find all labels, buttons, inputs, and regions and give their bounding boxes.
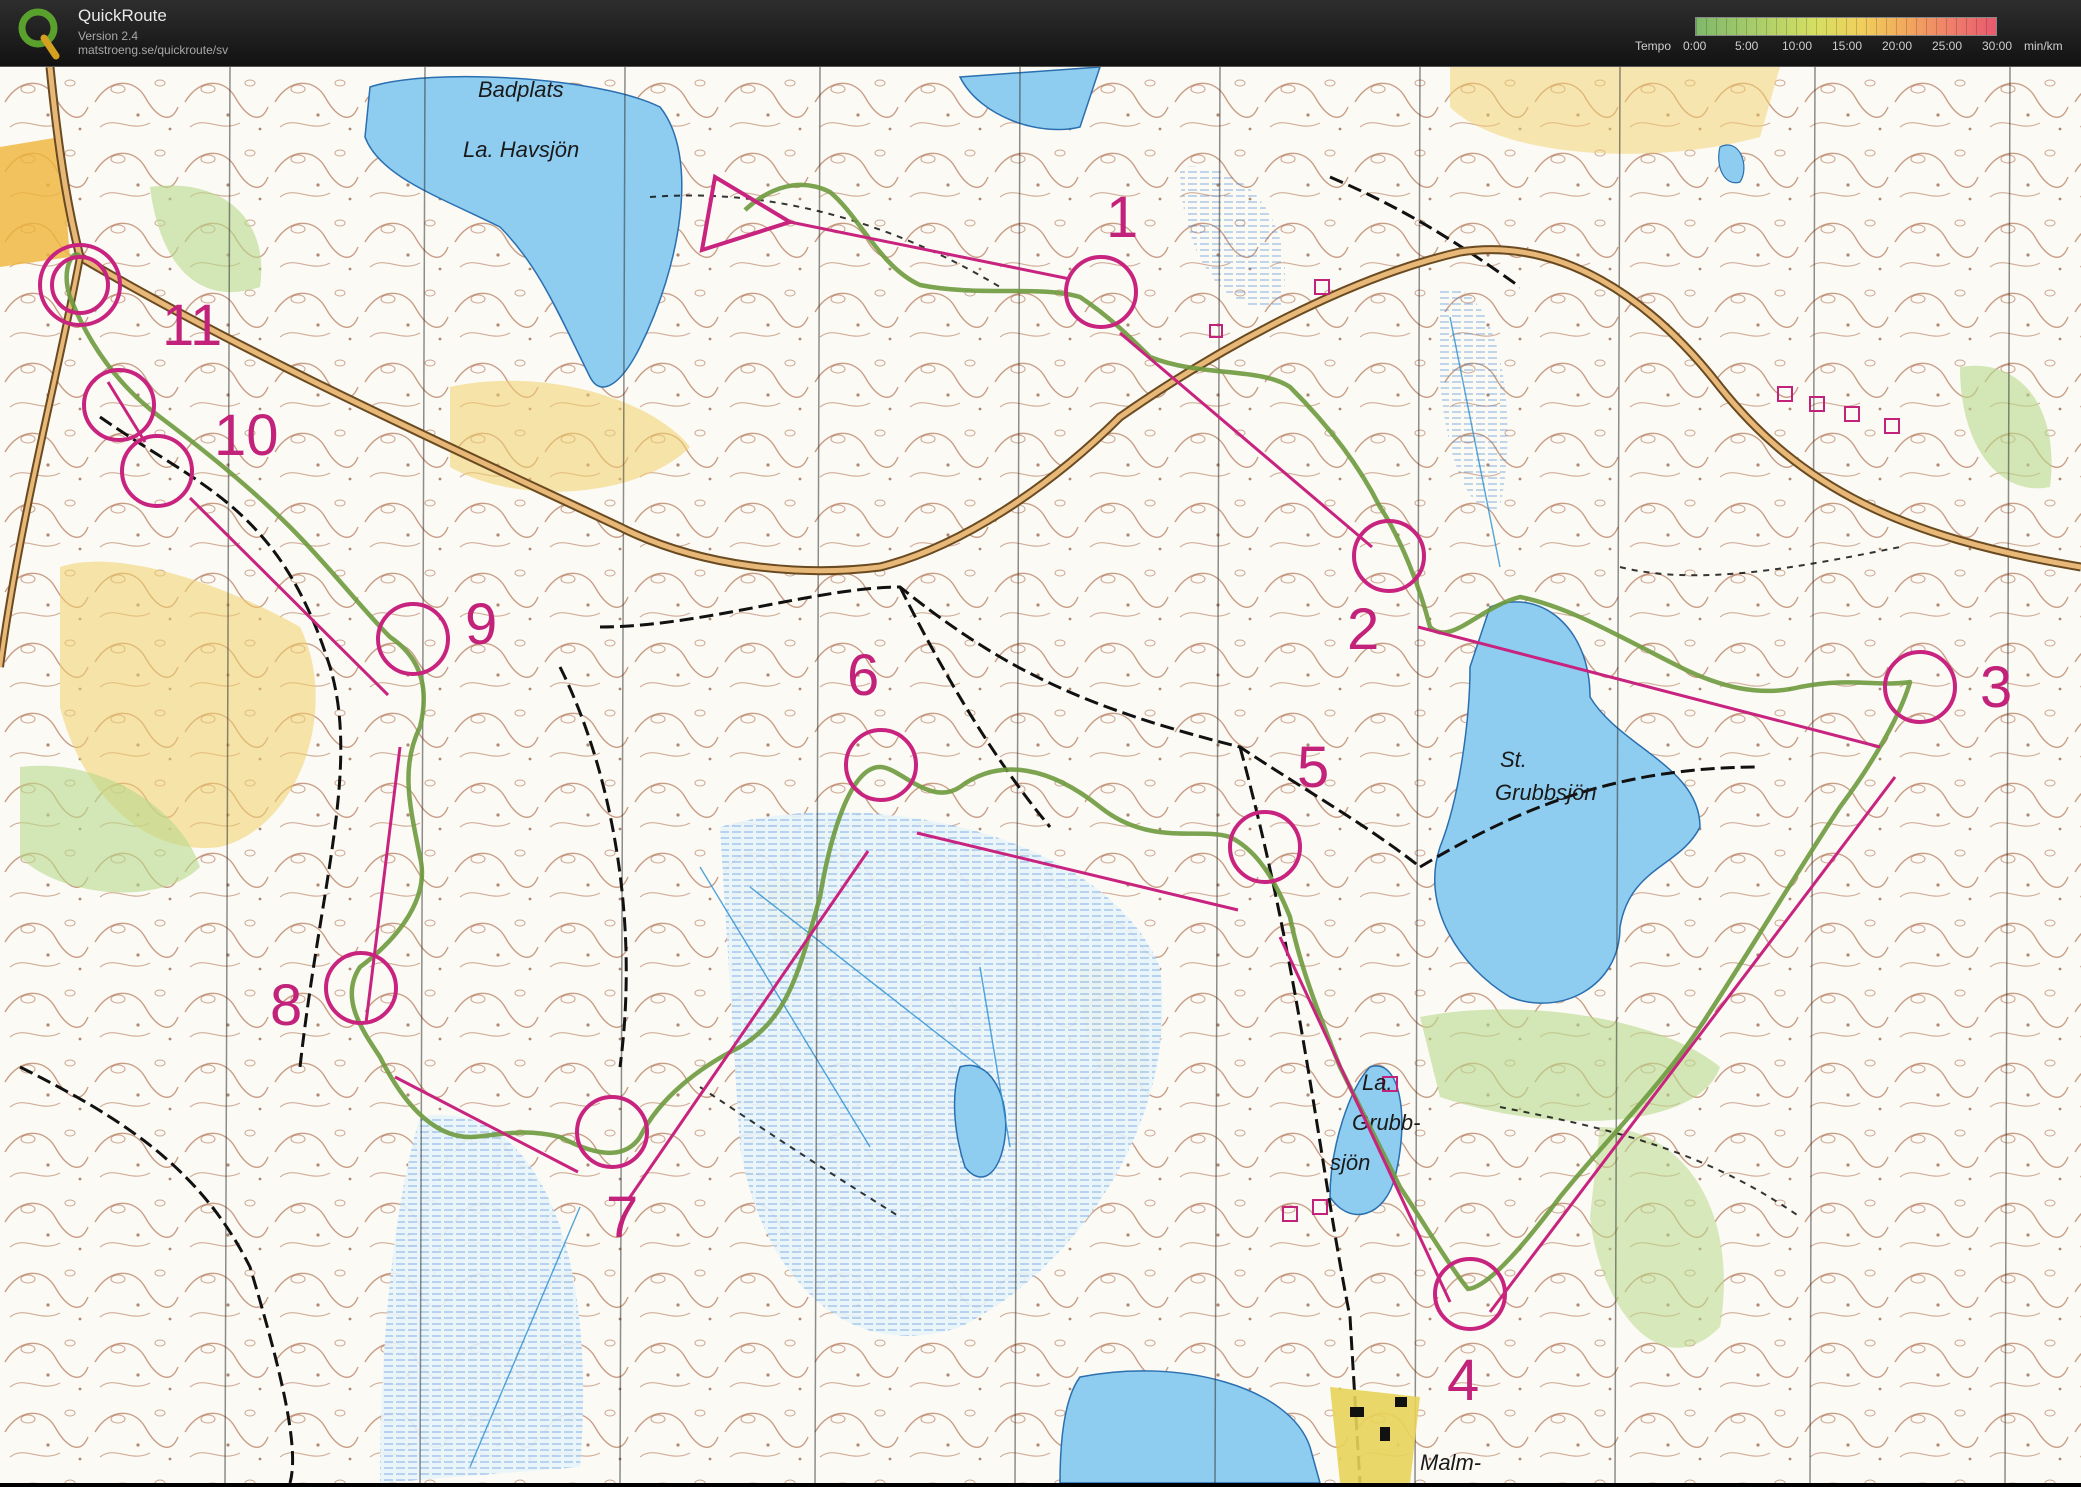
label-sjon: sjön [1330,1150,1370,1175]
app-header: QuickRoute Version 2.4 matstroeng.se/qui… [0,0,2081,67]
control-number: 5 [1297,735,1329,800]
label-badplats: Badplats [478,77,564,102]
tempo-unit: min/km [2024,39,2063,53]
control-number: 4 [1447,1348,1479,1413]
control-number: 9 [465,592,497,657]
app-title: QuickRoute [78,6,167,25]
app-url: matstroeng.se/quickroute/sv [78,43,229,57]
tempo-label: Tempo [1635,39,1672,53]
orienteering-map[interactable]: Badplats La. Havsjön St. Grubbsjön La. G… [0,66,2081,1484]
label-grubbsjon: Grubbsjön [1495,780,1597,805]
control-number: 8 [270,973,302,1038]
tempo-tick: 30:00 [1982,39,2013,53]
control-number: 3 [1980,655,2012,720]
tempo-tick: 15:00 [1832,39,1863,53]
tempo-tick: 25:00 [1932,39,1963,53]
app-version: Version 2.4 [78,29,139,43]
control-number: 6 [847,643,879,708]
tempo-tick: 20:00 [1882,39,1913,53]
label-malm: Malm- [1420,1450,1481,1475]
control-number: 2 [1347,597,1379,662]
control-number: 7 [606,1185,638,1250]
map-canvas[interactable]: Badplats La. Havsjön St. Grubbsjön La. G… [0,66,2081,1484]
tempo-color-scale [1695,17,1997,36]
label-la-havsjon: La. Havsjön [463,137,579,162]
control-number: 10 [214,403,279,468]
settlement [1330,1387,1420,1483]
label-la: La. [1362,1070,1393,1095]
control-number: 11 [162,293,222,358]
tempo-tick: 5:00 [1735,39,1759,53]
label-st: St. [1500,747,1527,772]
tempo-tick: 0:00 [1683,39,1707,53]
tempo-tick: 10:00 [1782,39,1813,53]
control-number: 1 [1106,185,1138,250]
quickroute-logo-icon [18,8,60,60]
